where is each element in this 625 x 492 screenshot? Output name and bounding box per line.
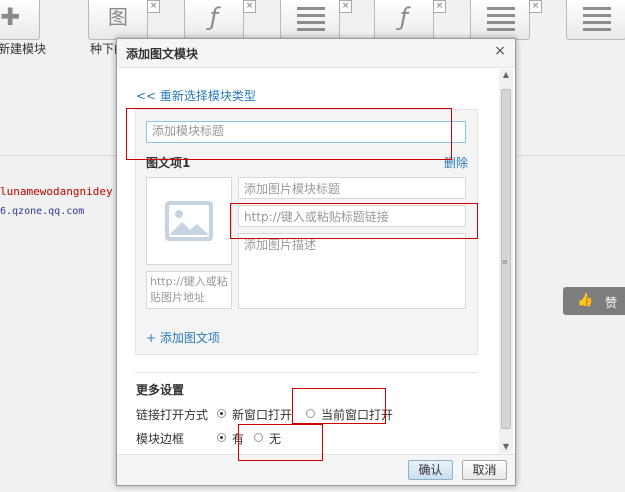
image-text-icon: 图 — [108, 5, 128, 29]
dialog-scrollbar[interactable]: ▲ ≡ ▼ — [499, 69, 513, 453]
border-no-radio[interactable] — [254, 433, 263, 442]
scroll-up-icon[interactable]: ▲ — [499, 69, 513, 81]
add-image-text-item-link[interactable]: + 添加图文项 — [146, 329, 220, 346]
remove-tool-icon[interactable]: × — [339, 0, 352, 13]
scroll-grip-icon: ≡ — [502, 258, 508, 266]
new-window-radio[interactable] — [217, 409, 226, 418]
image-url-placeholder: http://键入或粘贴图片地址 — [150, 275, 228, 304]
border-yes-radio[interactable] — [217, 433, 226, 442]
text-module-tool-3[interactable] — [566, 0, 625, 40]
text-module-tool[interactable]: × — [280, 0, 352, 40]
image-placeholder-icon — [165, 201, 213, 241]
module-title-input[interactable]: 添加模块标题 — [146, 121, 466, 143]
border-no-option: 无 — [269, 432, 282, 446]
flash-icon: ƒ — [399, 3, 409, 31]
plus-icon: ✚ — [0, 3, 21, 31]
item-label: 图文项1 — [146, 156, 191, 170]
like-label: 赞 — [605, 296, 618, 310]
title-link-placeholder: http://键入或粘贴标题链接 — [244, 210, 389, 224]
background-red-text: lunamewodangnidey — [0, 185, 113, 198]
more-settings-heading: 更多设置 — [136, 383, 185, 397]
new-module-label: 新建模块 — [0, 42, 47, 56]
remove-tool-icon[interactable]: × — [529, 0, 542, 13]
image-module-tool[interactable]: 图 × — [88, 0, 160, 40]
text-lines-icon — [487, 7, 515, 35]
remove-tool-icon[interactable]: × — [147, 0, 160, 13]
scroll-down-icon[interactable]: ▼ — [499, 441, 513, 453]
thumbs-up-icon: 👍 — [577, 293, 594, 308]
image-upload-box[interactable] — [146, 177, 232, 265]
image-title-placeholder: 添加图片模块标题 — [244, 182, 341, 196]
add-image-text-dialog: 添加图文模块 × ▲ ≡ ▼ << 重新选择模块类型 添加模块标题 图文项1 删… — [116, 38, 516, 486]
background-url-text: 6.qzone.qq.com — [0, 206, 85, 217]
current-window-option: 当前窗口打开 — [321, 408, 394, 422]
flash-icon: ƒ — [209, 3, 219, 31]
settings-divider — [135, 372, 478, 373]
dialog-header: 添加图文模块 × — [117, 39, 515, 68]
remove-tool-icon[interactable]: × — [433, 0, 446, 13]
border-label: 模块边框 — [136, 432, 185, 446]
remove-tool-icon[interactable]: × — [243, 0, 256, 13]
current-window-radio[interactable] — [306, 409, 315, 418]
text-lines-icon — [297, 7, 325, 35]
reselect-module-type-link[interactable]: << 重新选择模块类型 — [136, 87, 256, 104]
like-button[interactable]: 👍 赞 — [563, 287, 625, 315]
flash-module-tool-2[interactable]: ƒ × — [374, 0, 446, 40]
confirm-button[interactable]: 确认 — [408, 460, 453, 480]
close-icon[interactable]: × — [494, 43, 506, 59]
image-description-placeholder: 添加图片描述 — [244, 238, 317, 252]
module-title-placeholder: 添加模块标题 — [152, 124, 225, 138]
border-yes-option: 有 — [232, 432, 245, 446]
title-link-input[interactable]: http://键入或粘贴标题链接 — [238, 205, 466, 227]
cancel-button[interactable]: 取消 — [462, 460, 507, 480]
new-window-option: 新窗口打开 — [232, 408, 293, 422]
dialog-title: 添加图文模块 — [126, 47, 199, 61]
dialog-footer: 确认 取消 — [117, 454, 515, 485]
image-title-input[interactable]: 添加图片模块标题 — [238, 177, 466, 199]
image-url-input[interactable]: http://键入或粘贴图片地址 — [146, 271, 232, 309]
new-module-button[interactable]: ✚ — [0, 0, 40, 40]
flash-module-tool[interactable]: ƒ × — [184, 0, 256, 40]
text-module-tool-2[interactable]: × — [470, 0, 542, 40]
delete-item-link[interactable]: 删除 — [444, 154, 468, 171]
image-description-input[interactable]: 添加图片描述 — [238, 233, 466, 309]
text-lines-icon — [583, 7, 611, 35]
link-open-label: 链接打开方式 — [136, 408, 209, 422]
